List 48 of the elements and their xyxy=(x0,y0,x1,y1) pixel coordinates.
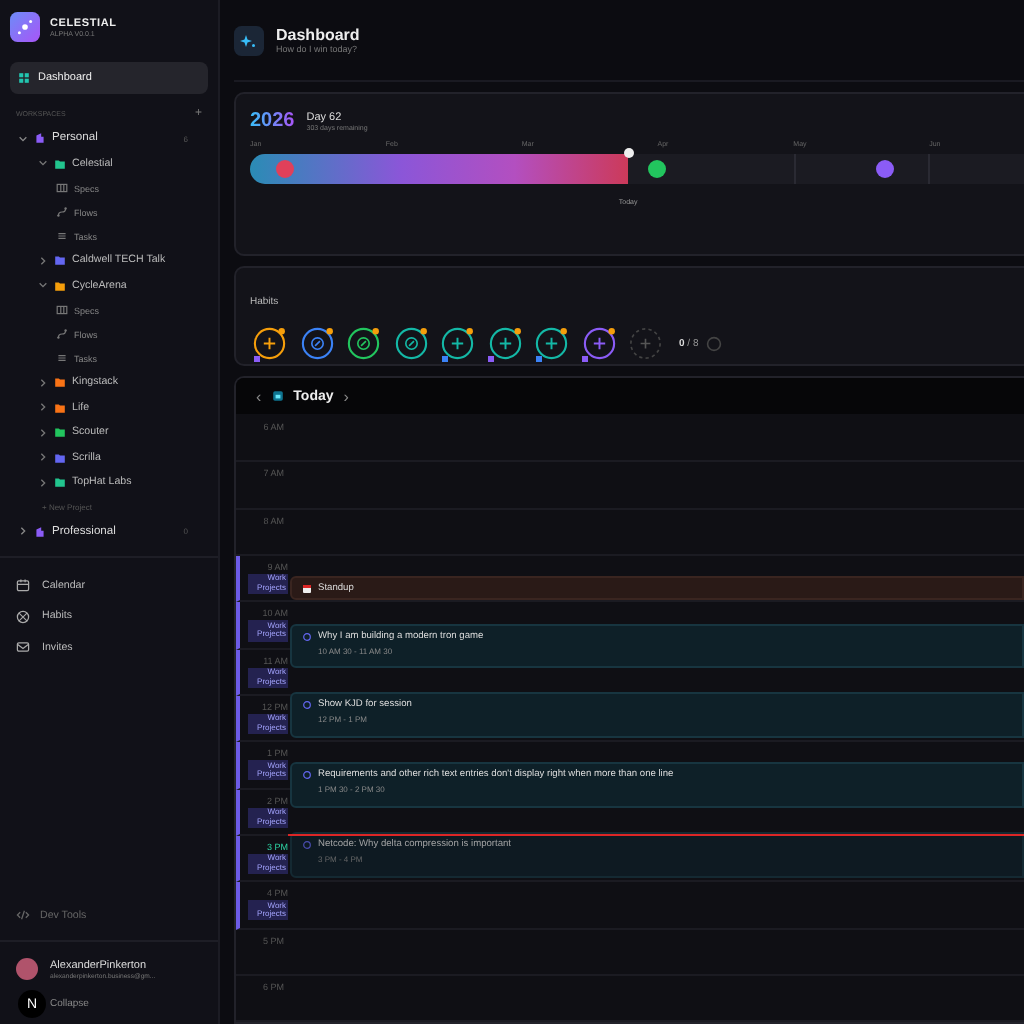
grid-icon xyxy=(18,72,30,84)
circle-icon xyxy=(302,770,312,780)
milestone-dot[interactable] xyxy=(648,160,667,178)
calendar-icon xyxy=(302,583,312,593)
page-title: Dashboard xyxy=(276,26,360,44)
circle-icon xyxy=(302,632,312,642)
chevron-icon[interactable] xyxy=(18,133,28,144)
next-day-button[interactable]: › xyxy=(343,387,349,405)
today-handle[interactable] xyxy=(623,148,634,158)
chevron-icon[interactable] xyxy=(38,158,48,169)
habit-plus-icon[interactable] xyxy=(532,324,571,363)
milestone-dot[interactable] xyxy=(876,160,895,178)
circle-icon xyxy=(302,840,312,850)
sparkle-icon xyxy=(234,25,264,55)
columns-icon xyxy=(56,304,68,316)
habit-plus-icon[interactable] xyxy=(579,324,618,363)
year-number: 2026 xyxy=(250,110,295,132)
habit-compass-icon[interactable] xyxy=(297,324,336,363)
mail-icon xyxy=(16,640,30,655)
logo-icon xyxy=(10,12,40,42)
flow-icon xyxy=(56,206,68,218)
building-icon xyxy=(34,132,46,145)
chevron-icon[interactable] xyxy=(18,526,28,537)
chevron-icon[interactable] xyxy=(38,477,48,488)
chevron-icon[interactable] xyxy=(38,255,48,266)
habit-plus-icon[interactable] xyxy=(485,324,524,363)
avatar xyxy=(16,958,38,980)
calendar-icon xyxy=(16,578,30,593)
chevron-icon[interactable] xyxy=(38,402,48,413)
list-icon xyxy=(56,230,68,242)
habit-compass-icon[interactable] xyxy=(344,324,383,363)
progress-ring-icon xyxy=(706,335,723,352)
chevron-icon[interactable] xyxy=(38,427,48,438)
calendar-icon xyxy=(271,390,284,402)
chevron-icon[interactable] xyxy=(38,280,48,291)
code-icon xyxy=(16,908,30,923)
columns-icon xyxy=(56,182,68,194)
habit-compass-icon[interactable] xyxy=(391,324,430,363)
list-icon xyxy=(56,352,68,364)
chevron-icon[interactable] xyxy=(38,377,48,388)
ball-icon xyxy=(16,609,30,624)
flow-icon xyxy=(56,328,68,340)
habit-plus-icon[interactable] xyxy=(438,324,477,363)
habit-plus-icon[interactable] xyxy=(250,324,289,363)
chevron-icon[interactable] xyxy=(38,452,48,463)
circle-icon xyxy=(302,700,312,710)
previous-day-button[interactable]: ‹ xyxy=(256,387,262,405)
building-icon xyxy=(34,525,46,538)
